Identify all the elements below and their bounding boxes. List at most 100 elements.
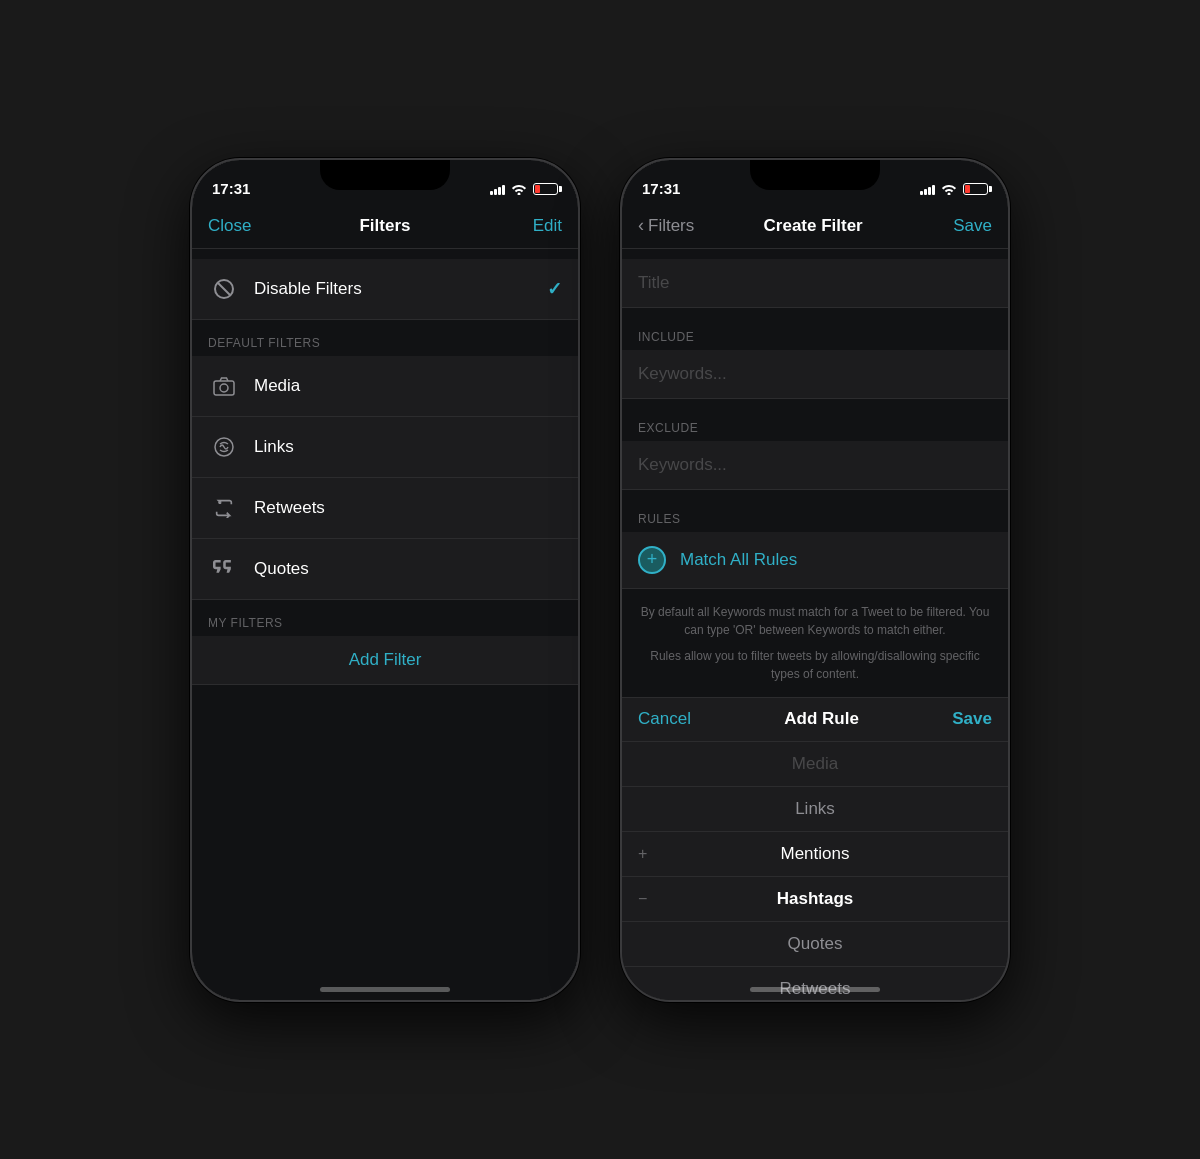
subtract-indicator-icon: − [638, 890, 647, 908]
match-all-label: Match All Rules [680, 550, 797, 570]
add-rule-title: Add Rule [784, 709, 859, 729]
media-filter-item[interactable]: Media [192, 356, 578, 417]
picker-quotes-item[interactable]: Quotes [622, 922, 1008, 967]
add-filter-label: Add Filter [349, 650, 422, 670]
signal-bar-4 [502, 185, 505, 195]
picker-hashtags-label: Hashtags [777, 889, 854, 909]
spacer-4 [622, 399, 1008, 409]
phone-2: 17:31 ‹ Filters [620, 158, 1010, 1002]
signal-bar-2 [494, 189, 497, 195]
wifi-icon-1 [511, 183, 527, 195]
create-filter-content: Title INCLUDE Keywords... EXCLUDE Keywor… [622, 249, 1008, 1000]
include-section-label: INCLUDE [622, 318, 1008, 350]
add-rule-circle-icon[interactable]: + [638, 546, 666, 574]
include-keywords-placeholder: Keywords... [638, 364, 727, 383]
default-filters-header: DEFAULT FILTERS [192, 320, 578, 356]
signal-bar-2-4 [932, 185, 935, 195]
info-text-2: Rules allow you to filter tweets by allo… [638, 643, 992, 687]
match-all-rules-row[interactable]: + Match All Rules [622, 532, 1008, 589]
close-button[interactable]: Close [208, 216, 268, 236]
action-sheet: Cancel Add Rule Save Media Links + [622, 697, 1008, 1000]
action-save-button[interactable]: Save [952, 709, 992, 729]
picker-links-label: Links [795, 799, 835, 819]
svg-rect-2 [214, 381, 234, 395]
edit-button[interactable]: Edit [502, 216, 562, 236]
home-indicator-2 [750, 987, 880, 992]
disable-icon [208, 273, 240, 305]
spacer-3 [622, 308, 1008, 318]
screen-1: 17:31 Close Filters Edit [192, 160, 578, 1000]
links-icon [208, 431, 240, 463]
exclude-keywords-placeholder: Keywords... [638, 455, 727, 474]
action-sheet-header: Cancel Add Rule Save [622, 698, 1008, 742]
spacer-2 [622, 249, 1008, 259]
filters-title: Filters [359, 216, 410, 236]
signal-bar-3 [498, 187, 501, 195]
svg-line-1 [218, 283, 230, 295]
title-field[interactable]: Title [622, 259, 1008, 308]
quotes-label: Quotes [254, 559, 562, 579]
notch-1 [320, 160, 450, 190]
add-indicator-icon: + [638, 845, 647, 863]
picker-quotes-label: Quotes [788, 934, 843, 954]
disable-filters-item[interactable]: Disable Filters ✓ [192, 259, 578, 320]
phone-1: 17:31 Close Filters Edit [190, 158, 580, 1002]
picker-media-label: Media [792, 754, 838, 774]
picker-mentions-item[interactable]: + Mentions [622, 832, 1008, 877]
battery-icon-2 [963, 183, 988, 195]
save-nav-button[interactable]: Save [932, 216, 992, 236]
chevron-left-icon: ‹ [638, 215, 644, 236]
picker-mentions-label: Mentions [781, 844, 850, 864]
retweet-icon [208, 492, 240, 524]
links-label: Links [254, 437, 562, 457]
camera-icon [208, 370, 240, 402]
checkmark-icon: ✓ [547, 278, 562, 300]
retweets-label: Retweets [254, 498, 562, 518]
picker-links-item[interactable]: Links [622, 787, 1008, 832]
exclude-section-label: EXCLUDE [622, 409, 1008, 441]
disable-filters-label: Disable Filters [254, 279, 533, 299]
nav-bar-1: Close Filters Edit [192, 204, 578, 248]
exclude-keywords-field[interactable]: Keywords... [622, 441, 1008, 490]
status-icons-1 [490, 183, 558, 195]
spacer-5 [622, 490, 1008, 500]
status-time-1: 17:31 [212, 180, 250, 197]
home-indicator-1 [320, 987, 450, 992]
create-filter-title: Create Filter [764, 216, 863, 236]
cancel-button[interactable]: Cancel [638, 709, 691, 729]
nav-bar-2: ‹ Filters Create Filter Save [622, 204, 1008, 248]
picker-hashtags-item[interactable]: − Hashtags [622, 877, 1008, 922]
signal-bar-2-1 [920, 191, 923, 195]
signal-bar-2-3 [928, 187, 931, 195]
back-label: Filters [648, 216, 694, 236]
signal-bars-1 [490, 183, 505, 195]
status-time-2: 17:31 [642, 180, 680, 197]
rules-section-label: RULES [622, 500, 1008, 532]
filters-content: Disable Filters ✓ DEFAULT FILTERS Media [192, 249, 578, 1000]
signal-bars-2 [920, 183, 935, 195]
wifi-icon-2 [941, 183, 957, 195]
info-text-container: By default all Keywords must match for a… [622, 589, 1008, 697]
quotes-icon [208, 553, 240, 585]
back-button[interactable]: ‹ Filters [638, 215, 694, 236]
battery-fill-2 [965, 185, 970, 193]
svg-point-3 [220, 384, 228, 392]
picker-media-item[interactable]: Media [622, 742, 1008, 787]
info-text-1: By default all Keywords must match for a… [638, 599, 992, 643]
spacer-top [192, 249, 578, 259]
battery-fill-1 [535, 185, 540, 193]
my-filters-header: MY FILTERS [192, 600, 578, 636]
picker-retweets-item[interactable]: Retweets [622, 967, 1008, 1000]
add-filter-button[interactable]: Add Filter [192, 636, 578, 685]
notch-2 [750, 160, 880, 190]
media-label: Media [254, 376, 562, 396]
screen-2: 17:31 ‹ Filters [622, 160, 1008, 1000]
links-filter-item[interactable]: Links [192, 417, 578, 478]
signal-bar-2-2 [924, 189, 927, 195]
include-keywords-field[interactable]: Keywords... [622, 350, 1008, 399]
quotes-filter-item[interactable]: Quotes [192, 539, 578, 600]
status-icons-2 [920, 183, 988, 195]
title-placeholder: Title [638, 273, 670, 292]
picker-list: Media Links + Mentions − Hashtags [622, 742, 1008, 1000]
retweets-filter-item[interactable]: Retweets [192, 478, 578, 539]
